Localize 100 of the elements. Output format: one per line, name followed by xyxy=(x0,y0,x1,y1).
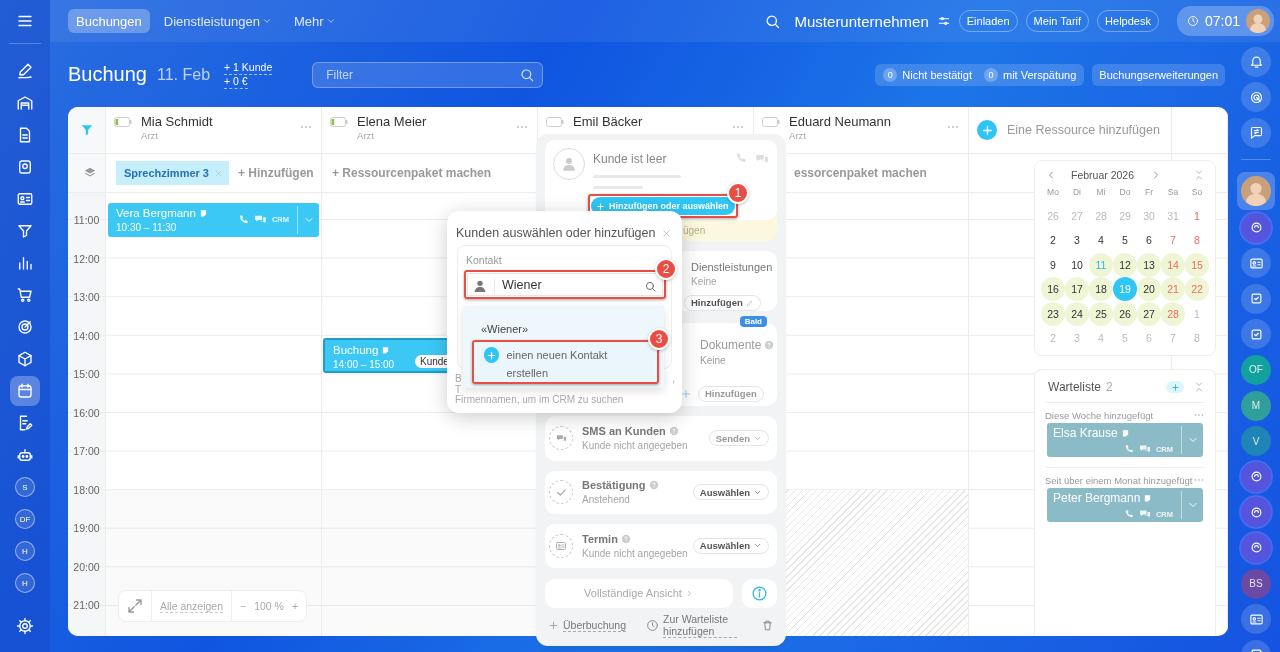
booking-time: 14:00 – 15:00 xyxy=(333,357,395,371)
calendar-day[interactable]: 5 xyxy=(1113,228,1137,252)
user-avatar[interactable]: S xyxy=(15,477,35,497)
user-avatar[interactable]: DF xyxy=(15,509,35,529)
calendar-day[interactable]: 30 xyxy=(1137,203,1161,228)
calendar-day[interactable]: 28 xyxy=(1089,203,1113,228)
calendar-day[interactable]: 12 xyxy=(1113,252,1137,277)
time-tracker[interactable]: 07:01 xyxy=(1176,6,1274,36)
swirl-icon xyxy=(1248,220,1264,236)
add-button[interactable] xyxy=(1166,381,1184,393)
note-icon xyxy=(1120,429,1130,438)
calendar-day[interactable]: 7 xyxy=(1161,326,1185,350)
calendar-day[interactable]: 8 xyxy=(1185,228,1209,252)
user-avatar[interactable]: H xyxy=(15,541,35,561)
section-value: Kunde nicht angegeben xyxy=(582,547,688,559)
calendar-day[interactable]: 21 xyxy=(1161,277,1185,301)
calendar-day[interactable]: 22 xyxy=(1185,277,1209,301)
clock-time: 07:01 xyxy=(1204,13,1240,29)
calendar-day[interactable]: 20 xyxy=(1137,277,1161,301)
overbooking-link[interactable]: Überbuchung xyxy=(563,618,627,632)
add-resource-link[interactable]: Eine Ressource hinzufügen xyxy=(1007,123,1160,137)
nav-tab[interactable]: Mehr xyxy=(285,9,344,33)
calendar-day[interactable]: 9 xyxy=(1041,252,1065,277)
calendar-day[interactable]: 19 xyxy=(1113,277,1137,301)
resource-pack-link[interactable]: essorcenpaket machen xyxy=(794,166,927,180)
resource-name[interactable]: Emil Bäcker xyxy=(573,114,643,130)
info-button[interactable] xyxy=(742,578,777,608)
note-icon xyxy=(381,345,391,355)
show-all-link[interactable]: Alle anzeigen xyxy=(160,599,224,613)
calendar-day[interactable]: 16 xyxy=(1041,277,1065,301)
calendar-day[interactable]: 1 xyxy=(1185,301,1209,326)
plus-icon xyxy=(680,387,692,400)
waitlist-link[interactable]: Zur Warteliste hinzufügen xyxy=(663,612,738,638)
weekday-label: Di xyxy=(1072,187,1082,199)
select-button[interactable]: Auswählen xyxy=(692,484,769,500)
calendar-day[interactable]: 10 xyxy=(1065,252,1089,277)
calendar-day[interactable]: 27 xyxy=(1137,301,1161,326)
calendar-day[interactable]: 27 xyxy=(1065,203,1089,228)
calendar-day[interactable]: 7 xyxy=(1161,228,1185,252)
calendar-day[interactable]: 6 xyxy=(1137,326,1161,350)
zoom-in-button[interactable]: + xyxy=(283,600,307,612)
select-button[interactable]: Auswählen xyxy=(692,537,769,554)
calendar-day[interactable]: 4 xyxy=(1089,326,1113,350)
clock-icon xyxy=(1186,15,1199,27)
calendar-day[interactable]: 5 xyxy=(1113,326,1137,350)
nav-item[interactable] xyxy=(10,376,40,406)
expand-icon[interactable] xyxy=(126,597,144,615)
add-button[interactable]: Hinzufügen xyxy=(684,294,761,311)
step-badge: 2 xyxy=(655,258,677,280)
calendar-day[interactable]: 14 xyxy=(1161,252,1185,277)
delete-icon[interactable] xyxy=(761,618,774,632)
calendar-day[interactable]: 17 xyxy=(1065,277,1089,301)
calendar-day[interactable]: 3 xyxy=(1065,228,1089,252)
calendar-day[interactable]: 23 xyxy=(1041,301,1065,326)
booking-title: Vera Bergmann xyxy=(116,205,196,221)
nav-tab[interactable]: Dienstleistungen xyxy=(155,9,280,33)
summary-link[interactable]: + 0 € xyxy=(224,74,248,89)
calendar-day[interactable]: 2 xyxy=(1041,326,1065,350)
calendar-day[interactable]: 1 xyxy=(1185,203,1209,228)
add-icon[interactable] xyxy=(977,120,997,140)
calendar-day[interactable]: 26 xyxy=(1041,203,1065,228)
calendar-day[interactable]: 4 xyxy=(1089,228,1113,252)
company-name[interactable]: Musterunternehmen xyxy=(794,12,929,30)
add-link[interactable]: + Hinzufügen xyxy=(238,166,314,180)
room-tag[interactable]: Sprechzimmer 3 xyxy=(116,161,229,185)
calendar-day[interactable]: 25 xyxy=(1089,301,1113,326)
extensions-button[interactable]: Buchungserweiterungen xyxy=(1092,63,1225,86)
contact-search-field[interactable]: Wiener xyxy=(467,273,663,296)
section-title: Dokumente xyxy=(700,337,762,352)
status-counters[interactable]: 0 Nicht bestätigt 0 mit Verspätung xyxy=(875,63,1085,86)
calendar-day[interactable]: 28 xyxy=(1161,301,1185,326)
calendar-day[interactable]: 15 xyxy=(1185,252,1209,277)
calendar-day[interactable]: 31 xyxy=(1161,203,1185,228)
calendar-day[interactable]: 6 xyxy=(1137,228,1161,252)
sliders-icon[interactable] xyxy=(936,14,951,28)
summary-link[interactable]: + 1 Kunde xyxy=(224,60,273,75)
zoom-out-button[interactable]: − xyxy=(232,600,255,612)
nav-tab[interactable]: Buchungen xyxy=(68,9,150,33)
calendar-day[interactable]: 8 xyxy=(1185,326,1209,350)
calendar-day[interactable]: 29 xyxy=(1113,203,1137,228)
weekday-label: Fr xyxy=(1144,187,1154,199)
resource-pack-link[interactable]: + Ressourcenpaket machen xyxy=(332,166,492,180)
resource-name[interactable]: Mia Schmidt xyxy=(141,114,213,130)
section-value: Kunde nicht angegeben xyxy=(582,440,688,451)
calendar-day[interactable]: 13 xyxy=(1137,252,1161,277)
calendar-day[interactable]: 18 xyxy=(1089,277,1113,301)
suggestion-item[interactable]: «Wiener» xyxy=(481,323,529,335)
calendar-day[interactable]: 3 xyxy=(1065,326,1089,350)
time-label: 12:00 xyxy=(73,251,100,267)
swirl-icon xyxy=(1248,504,1264,520)
resource-name[interactable]: Elena Meier xyxy=(357,114,427,130)
user-avatar[interactable]: H xyxy=(15,573,35,593)
section-title: Termin xyxy=(582,532,618,545)
sidebar-item[interactable] xyxy=(1237,171,1275,210)
resource-name[interactable]: Eduard Neumann xyxy=(789,114,891,130)
calendar-day[interactable]: 24 xyxy=(1065,301,1089,326)
calendar-day[interactable]: 2 xyxy=(1041,228,1065,252)
calendar-day[interactable]: 11 xyxy=(1089,252,1113,277)
full-view-button[interactable]: Vollständige Ansicht xyxy=(545,578,733,608)
calendar-day[interactable]: 26 xyxy=(1113,301,1137,326)
